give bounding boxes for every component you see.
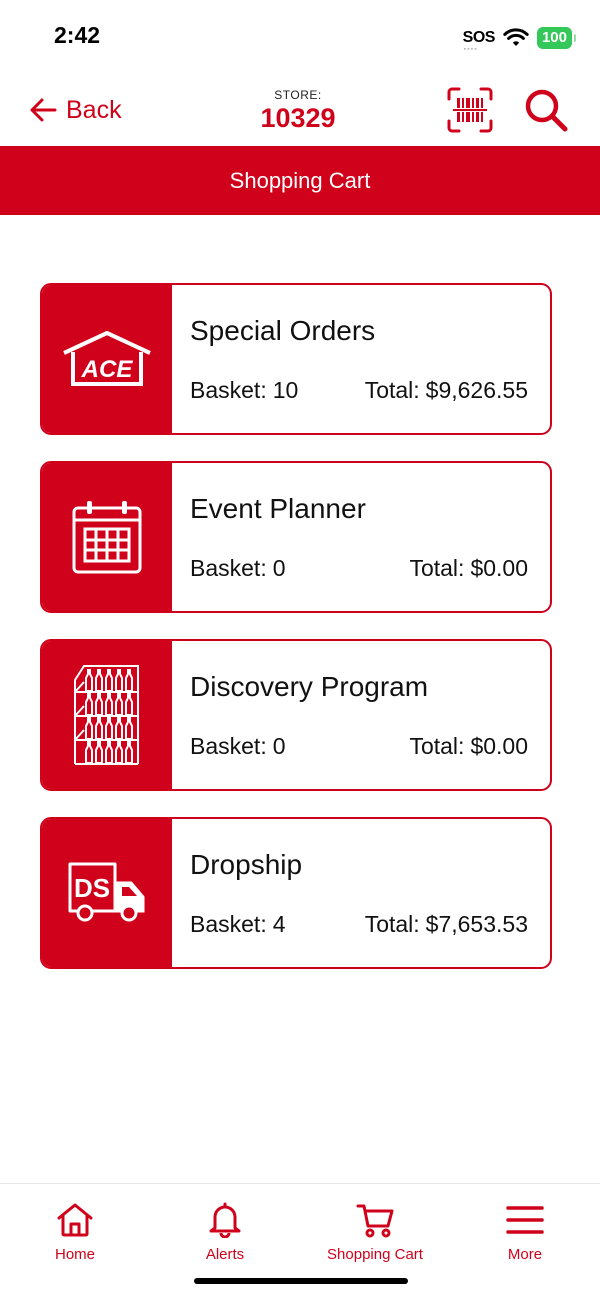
tab-more[interactable]: More [450, 1202, 600, 1263]
card-meta: Basket: 0 Total: $0.00 [190, 733, 528, 760]
tab-home[interactable]: Home [0, 1202, 150, 1263]
barcode-scan-icon [447, 87, 493, 133]
basket-total: Total: $7,653.53 [365, 911, 528, 938]
total-value: $7,653.53 [425, 911, 528, 937]
sos-text: SOS [462, 29, 496, 46]
basket-value: 0 [272, 733, 286, 759]
card-icon-panel [42, 641, 172, 789]
basket-label: Basket: [190, 377, 267, 403]
store-shelf-icon [74, 665, 139, 765]
tab-label: More [507, 1246, 543, 1263]
cart-card-dropship[interactable]: DS Dropship Basket: 4 Total: $7,653.53 [40, 817, 552, 969]
status-time: 2:42 [54, 22, 101, 48]
basket-total: Total: $0.00 [409, 555, 528, 582]
home-indicator [194, 1278, 408, 1284]
total-label: Total: [364, 911, 420, 937]
ace-house-icon: ACE [63, 331, 151, 386]
tab-shopping-cart[interactable]: Shopping Cart [300, 1202, 450, 1263]
store-indicator: STORE: 10329 [220, 88, 376, 134]
ace-logo-text: ACE [81, 356, 134, 383]
search-icon [525, 89, 568, 132]
basket-count: Basket: 0 [190, 733, 286, 760]
store-number: 10329 [260, 103, 336, 133]
wifi-icon [503, 28, 529, 46]
cart-card-event-planner[interactable]: Event Planner Basket: 0 Total: $0.00 [40, 461, 552, 613]
basket-count: Basket: 0 [190, 555, 286, 582]
basket-label: Basket: [190, 733, 267, 759]
card-body: Special Orders Basket: 10 Total: $9,626.… [172, 285, 550, 433]
sos-indicator: SOS ▪▪▪▪ [462, 29, 496, 53]
card-meta: Basket: 0 Total: $0.00 [190, 555, 528, 582]
calendar-icon [72, 501, 142, 574]
cart-icon [356, 1204, 394, 1238]
status-bar: 2:42 SOS ▪▪▪▪ 100 [0, 0, 600, 74]
cart-card-list: ACE Special Orders Basket: 10 Total: $9,… [40, 283, 552, 995]
basket-value: 4 [272, 911, 286, 937]
total-label: Total: [409, 733, 465, 759]
delivery-truck-icon: DS [68, 862, 145, 922]
bell-icon [209, 1202, 241, 1238]
basket-value: 10 [272, 377, 299, 403]
card-meta: Basket: 4 Total: $7,653.53 [190, 911, 528, 938]
back-button[interactable]: Back [28, 90, 122, 130]
basket-count: Basket: 4 [190, 911, 286, 938]
card-meta: Basket: 10 Total: $9,626.55 [190, 377, 528, 404]
basket-total: Total: $0.00 [409, 733, 528, 760]
card-title: Dropship [190, 849, 303, 880]
barcode-scan-button[interactable] [446, 86, 494, 134]
basket-value: 0 [272, 555, 286, 581]
cart-card-discovery-program[interactable]: Discovery Program Basket: 0 Total: $0.00 [40, 639, 552, 791]
tab-label: Home [54, 1246, 95, 1263]
store-label: STORE: [274, 88, 322, 102]
battery-indicator: 100 [536, 27, 577, 49]
home-icon [57, 1203, 93, 1237]
card-title: Discovery Program [190, 671, 429, 702]
basket-label: Basket: [190, 555, 267, 581]
arrow-left-icon [30, 98, 57, 122]
menu-icon [506, 1206, 544, 1234]
card-body: Discovery Program Basket: 0 Total: $0.00 [172, 641, 550, 789]
back-label: Back [66, 95, 122, 124]
page-title: Shopping Cart [0, 146, 600, 215]
card-title: Event Planner [190, 493, 366, 524]
nav-bar: Back STORE: 10329 [0, 74, 600, 146]
card-body: Dropship Basket: 4 Total: $7,653.53 [172, 819, 550, 967]
total-value: $9,626.55 [425, 377, 528, 403]
tab-alerts[interactable]: Alerts [150, 1202, 300, 1263]
card-title: Special Orders [190, 315, 376, 346]
tab-label: Shopping Cart [327, 1246, 423, 1263]
card-body: Event Planner Basket: 0 Total: $0.00 [172, 463, 550, 611]
total-label: Total: [364, 377, 420, 403]
search-button[interactable] [522, 86, 570, 134]
basket-label: Basket: [190, 911, 267, 937]
total-label: Total: [409, 555, 465, 581]
ds-logo-text: DS [74, 873, 110, 903]
total-value: $0.00 [470, 555, 528, 581]
card-icon-panel: ACE [42, 285, 172, 433]
total-value: $0.00 [470, 733, 528, 759]
cart-card-special-orders[interactable]: ACE Special Orders Basket: 10 Total: $9,… [40, 283, 552, 435]
card-icon-panel [42, 463, 172, 611]
status-indicators: SOS ▪▪▪▪ 100 [462, 24, 577, 53]
basket-total: Total: $9,626.55 [365, 377, 528, 404]
basket-count: Basket: 10 [190, 377, 298, 404]
tab-label: Alerts [205, 1246, 245, 1263]
card-icon-panel: DS [42, 819, 172, 967]
